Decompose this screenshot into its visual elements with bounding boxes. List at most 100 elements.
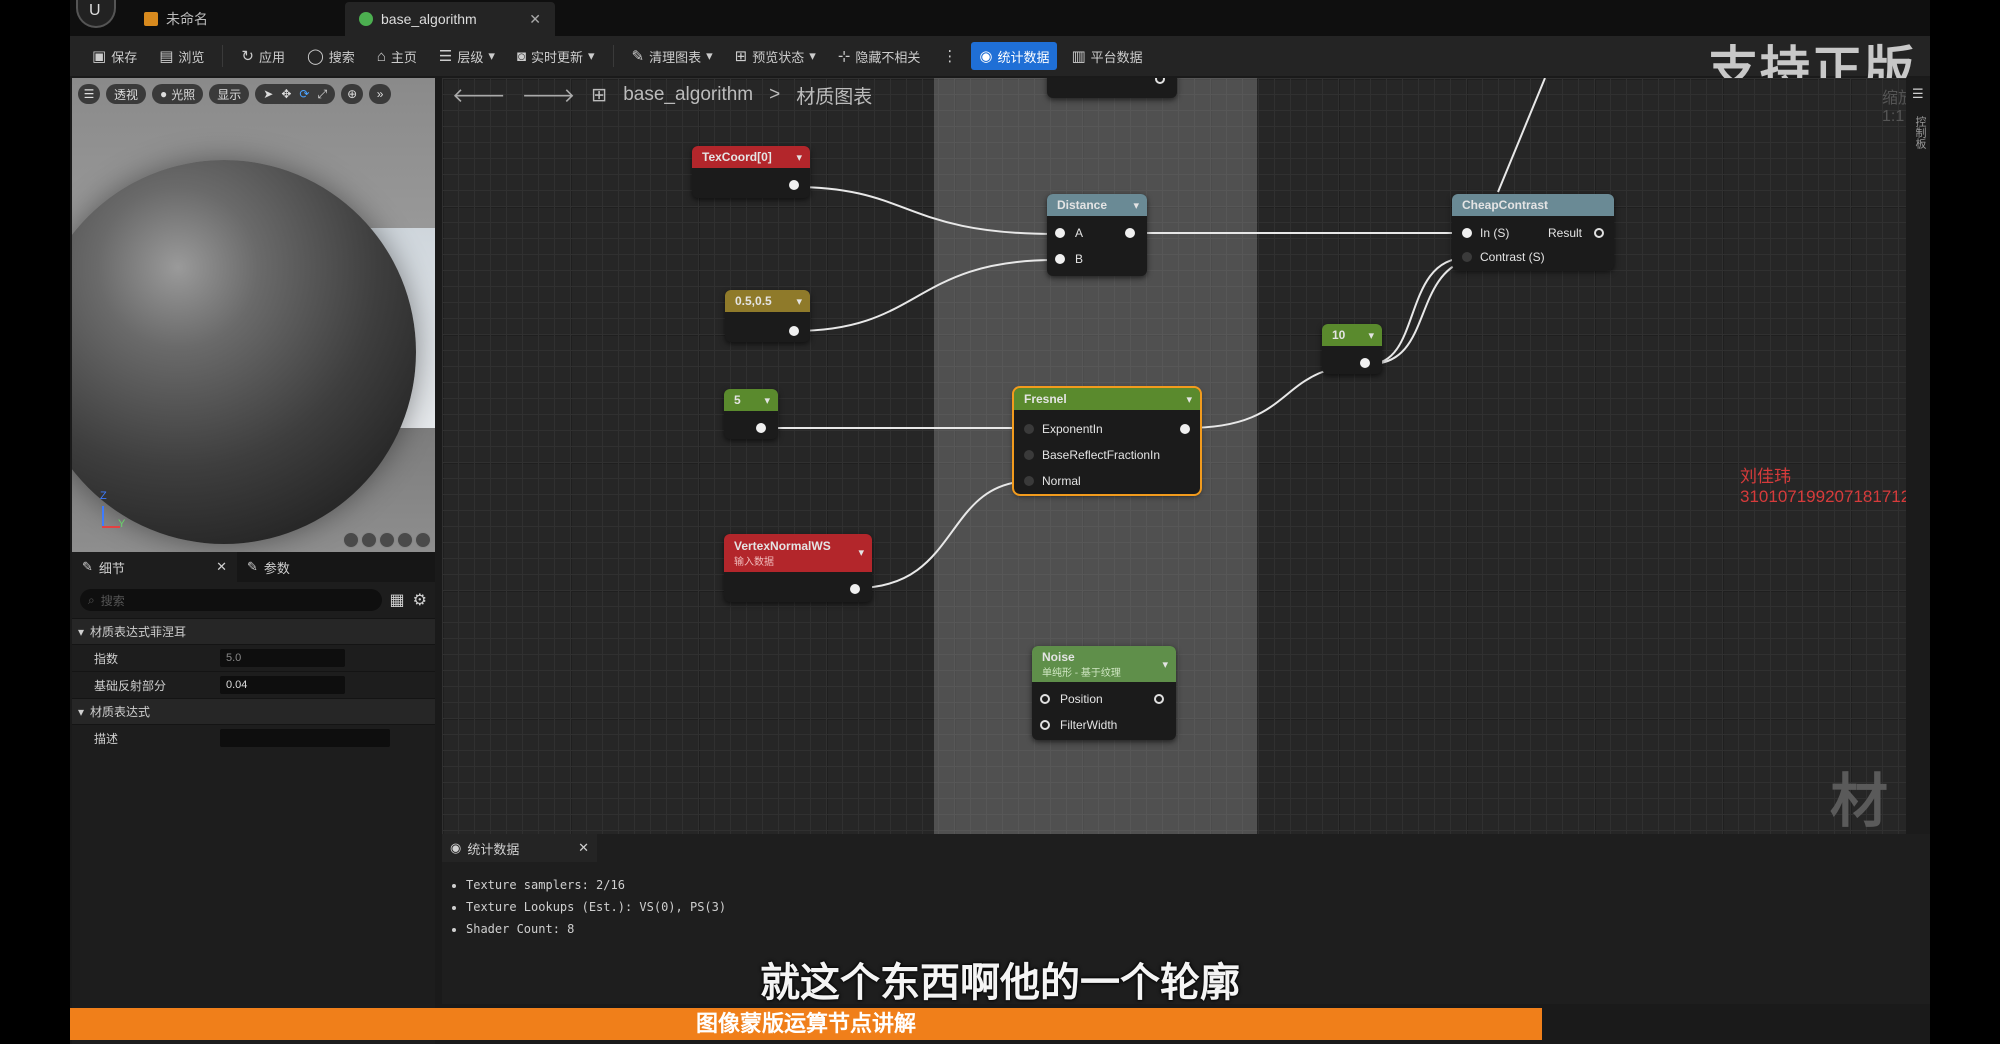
chevron-down-icon[interactable]: ▾ [796, 295, 802, 308]
menu-icon[interactable]: ☰ [78, 84, 100, 104]
category-fresnel[interactable]: ▾ 材质表达式菲涅耳 [72, 618, 435, 644]
output-pin[interactable] [1154, 694, 1164, 704]
close-icon[interactable]: ✕ [529, 11, 541, 28]
platform-stats-button[interactable]: ▥ 平台数据 [1063, 42, 1150, 70]
back-arrow-icon[interactable]: 🡐 [452, 83, 506, 108]
node-noise[interactable]: Noise 单纯形 - 基于纹理 ▾ Position FilterWidth [1032, 646, 1176, 740]
settings-gear-icon[interactable]: ⚙ [413, 590, 427, 610]
input-pin-base-reflect[interactable] [1024, 450, 1034, 460]
cylinder-mesh-icon[interactable] [343, 532, 359, 548]
apply-button[interactable]: ↻ 应用 [233, 42, 293, 70]
node-const-10[interactable]: 10 ▾ [1322, 324, 1382, 374]
hierarchy-dropdown[interactable]: ☰ 层级 ▾ [431, 42, 503, 70]
output-pin-result[interactable] [1594, 228, 1604, 238]
chevron-down-icon[interactable]: ▾ [1162, 658, 1168, 671]
input-pin-a[interactable] [1055, 228, 1065, 238]
breadcrumb-root[interactable]: base_algorithm [623, 84, 753, 106]
preview-state-dropdown[interactable]: ⊞ 预览状态 ▾ [727, 42, 824, 70]
output-pin[interactable] [1180, 424, 1190, 434]
preview-viewport[interactable]: ☰ 透视 ● 光照 显示 ➤ ✥ ⟳ ⤢ ⊕ » Z Y [72, 78, 435, 552]
hide-unrelated-button[interactable]: ⊹ 隐藏不相关 [830, 42, 929, 70]
node-header: CheapContrast [1452, 194, 1614, 216]
node-cheap-contrast[interactable]: CheapContrast In (S) Result Contrast (S) [1452, 194, 1614, 270]
browse-button[interactable]: ▤ 浏览 [151, 42, 212, 70]
stats-icon: ◉ [450, 840, 462, 855]
close-icon[interactable]: ✕ [216, 559, 227, 575]
node-distance[interactable]: Distance ▾ A B [1047, 194, 1147, 276]
stats-button[interactable]: ◉ 统计数据 [971, 42, 1058, 70]
material-graph[interactable]: 🡐 🡒 ⊞ base_algorithm > 材质图表 缩放1:1 TexCoo… [442, 78, 1930, 834]
node-vertex-normal[interactable]: VertexNormalWS 输入数据 ▾ [724, 534, 872, 602]
search-button[interactable]: ◯ 搜索 [299, 42, 363, 70]
close-icon[interactable]: ✕ [578, 840, 589, 856]
chevron-down-icon[interactable]: ▾ [1368, 329, 1374, 342]
show-button[interactable]: 显示 [209, 84, 250, 104]
unreal-logo-icon[interactable]: U [76, 0, 116, 28]
clean-graph-dropdown[interactable]: ✎ 清理图表 ▾ [624, 42, 721, 70]
transform-tools[interactable]: ➤ ✥ ⟳ ⤢ [255, 84, 336, 104]
chevron-down-icon[interactable]: ▾ [764, 394, 770, 407]
output-pin[interactable] [1155, 78, 1165, 84]
tab-details[interactable]: ✎ 细节 ✕ [72, 552, 237, 582]
forward-arrow-icon[interactable]: 🡒 [522, 83, 576, 108]
output-pin[interactable] [1125, 228, 1135, 238]
world-icon[interactable]: ⊕ [341, 84, 364, 104]
select-icon[interactable]: ➤ [263, 87, 273, 101]
lit-button[interactable]: ● 光照 [152, 84, 204, 104]
tab-stats[interactable]: ◉ 统计数据 ✕ [442, 834, 597, 862]
chevron-down-icon[interactable]: ▾ [796, 151, 802, 164]
palette-menu-icon[interactable]: ☰ [1912, 86, 1924, 102]
rotate-icon[interactable]: ⟳ [299, 87, 309, 101]
palette-label[interactable]: 控制板 [1912, 116, 1928, 149]
pencil-icon: ✎ [247, 559, 258, 574]
input-pin-normal[interactable] [1024, 476, 1034, 486]
perspective-button[interactable]: 透视 [106, 84, 147, 104]
input-pin-exponent[interactable] [1024, 424, 1034, 434]
exponent-field[interactable]: 5.0 [220, 649, 345, 667]
plane-mesh-icon[interactable] [379, 532, 395, 548]
live-update-dropdown[interactable]: ◙ 实时更新 ▾ [509, 42, 603, 70]
chevron-down-icon[interactable]: ▾ [1133, 199, 1139, 212]
main-toolbar: ▣ 保存 ▤ 浏览 ↻ 应用 ◯ 搜索 ⌂ 主页 ☰ 层级 ▾ ◙ 实时更新 ▾ ✎ 清理图表 ▾ ⊞… [70, 36, 1930, 76]
tab-label: base_algorithm [381, 11, 477, 27]
input-pin-b[interactable] [1055, 254, 1065, 264]
more-icon[interactable]: » [369, 84, 392, 104]
save-button[interactable]: ▣ 保存 [84, 42, 145, 70]
input-pin-filter-width[interactable] [1040, 720, 1050, 730]
title-bar: U 未命名 base_algorithm ✕ [70, 0, 1930, 36]
cube-mesh-icon[interactable] [397, 532, 413, 548]
base-reflect-field[interactable]: 0.04 [220, 676, 345, 694]
more-options-icon[interactable]: ⋮ [934, 42, 965, 70]
nodes-icon: ⊞ [734, 48, 748, 65]
scale-icon[interactable]: ⤢ [317, 87, 327, 102]
node-const-vector[interactable]: 0.5,0.5 ▾ [725, 290, 810, 342]
node-fresnel[interactable]: Fresnel ▾ ExponentIn BaseReflectFractionI… [1012, 386, 1202, 496]
chevron-down-icon[interactable]: ▾ [858, 546, 864, 559]
chevron-down-icon[interactable]: ▾ [1186, 393, 1192, 406]
node-texcoord[interactable]: TexCoord[0] ▾ [692, 146, 810, 198]
details-search-input[interactable]: ⌕ 搜索 [80, 589, 382, 611]
output-pin[interactable] [789, 326, 799, 336]
input-pin-contrast[interactable] [1462, 252, 1472, 262]
tab-params[interactable]: ✎ 参数 [237, 552, 300, 582]
output-pin[interactable] [1360, 358, 1370, 368]
table-view-icon[interactable]: ▦ [390, 590, 405, 610]
move-icon[interactable]: ✥ [281, 87, 291, 101]
tab-base-algorithm[interactable]: base_algorithm ✕ [345, 2, 555, 36]
output-pin[interactable] [850, 584, 860, 594]
output-pin[interactable] [789, 180, 799, 190]
node-header: 0.5,0.5 ▾ [725, 290, 810, 312]
input-pin-position[interactable] [1040, 694, 1050, 704]
category-expression[interactable]: ▾ 材质表达式 [72, 698, 435, 724]
output-pin[interactable] [756, 423, 766, 433]
sphere-mesh-icon[interactable] [361, 532, 377, 548]
property-description: 描述 [72, 724, 435, 751]
home-button[interactable]: ⌂ 主页 [369, 42, 425, 70]
property-exponent: 指数 5.0 [72, 644, 435, 671]
input-pin-in[interactable] [1462, 228, 1472, 238]
node-const-5[interactable]: 5 ▾ [724, 389, 778, 439]
node-top-partial[interactable] [1047, 78, 1177, 98]
stats-icon: ◉ [979, 48, 993, 65]
custom-mesh-icon[interactable] [415, 532, 431, 548]
description-field[interactable] [220, 729, 390, 747]
